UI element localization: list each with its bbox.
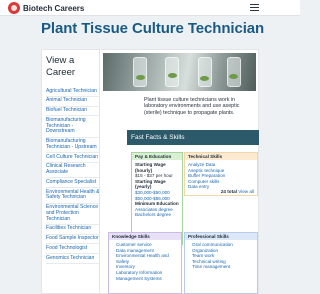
brand-name: Biotech Careers (23, 3, 85, 13)
top-navbar: Biotech Careers (0, 0, 300, 16)
sidebar-item-food-sample-inspector[interactable]: Food Sample Inspector (46, 235, 99, 245)
sidebar-item-ehs-technician[interactable]: Environmental Health & Safety Technician (46, 188, 99, 204)
view-all-technical-link[interactable]: View all (238, 189, 254, 194)
technical-skills-card: Technical Skills Analyze Data Aseptic te… (184, 152, 258, 196)
technical-skills-total: 24 total View all (221, 189, 254, 194)
career-list: Agricultural Technician Animal Technicia… (46, 87, 99, 265)
sidebar-item-cell-culture-technician[interactable]: Cell Culture Technician (46, 153, 99, 163)
knowledge-skills-title: Knowledge Skills (109, 233, 181, 240)
fast-facts-header: Fast Facts & Skills (127, 130, 259, 145)
knowledge-skill-item[interactable]: Laboratory Information Management System… (116, 270, 178, 281)
sidebar-item-food-technologist[interactable]: Food Technologist (46, 244, 99, 255)
pay-education-title: Pay & Education (132, 153, 182, 160)
technical-total-label: total (227, 189, 237, 194)
brand-link[interactable]: Biotech Careers (8, 2, 84, 14)
sidebar-item-facilities-technician[interactable]: Facilities Technician (46, 225, 99, 235)
professional-skills-title: Professional Skills (185, 233, 257, 240)
min-education-label: Minimum Education (135, 201, 179, 207)
sidebar-item-biofuel-technician[interactable]: Biofuel Technician (46, 107, 99, 117)
sidebar-item-agricultural-technician[interactable]: Agricultural Technician (46, 87, 99, 97)
knowledge-skill-item[interactable]: Environmental Health and Safety (116, 253, 178, 264)
sidebar-item-biomanufacturing-downstream[interactable]: Biomanufacturing Technician - Downstream (46, 116, 99, 138)
sidebar-item-compliance-specialist[interactable]: Compliance Specialist (46, 178, 99, 189)
sidebar-item-clinical-research-associate[interactable]: Clinical Research Associate (46, 163, 99, 179)
hourly-wage-label: Starting Wage (hourly) (135, 162, 166, 173)
page-title: Plant Tissue Culture Technician (41, 20, 265, 37)
technical-skills-title: Technical Skills (185, 153, 257, 160)
hero-photo (103, 53, 256, 91)
professional-skills-card: Professional Skills Oral communication O… (184, 232, 258, 294)
sidebar-item-biomanufacturing-upstream[interactable]: Biomanufacturing Technician - Upstream (46, 138, 99, 154)
hamburger-menu-icon[interactable] (250, 4, 259, 11)
sidebar-item-environmental-science-technician[interactable]: Environmental Science and Protection Tec… (46, 204, 99, 225)
sidebar-title: View a Career (46, 55, 76, 78)
yearly-wage-label: Starting Wage (yearly) (135, 178, 166, 190)
technical-total-count: 24 (220, 189, 226, 194)
career-sidebar: View a Career Agricultural Technician An… (41, 49, 99, 294)
sidebar-item-animal-technician[interactable]: Animal Technician (46, 97, 99, 107)
flask-icon (8, 2, 20, 14)
education-value[interactable]: Bachelors degree (135, 212, 179, 218)
sidebar-item-genomics-technician[interactable]: Genomics Technician (46, 254, 99, 265)
career-intro-text: Plant tissue culture technicians work in… (144, 97, 240, 116)
hourly-wage-value: $15 - $37 per hour (135, 173, 173, 179)
professional-skill-item[interactable]: Time management (192, 264, 254, 270)
knowledge-skills-card: Knowledge Skills Customer service Data m… (108, 232, 182, 294)
fast-facts-title: Fast Facts & Skills (131, 134, 185, 141)
